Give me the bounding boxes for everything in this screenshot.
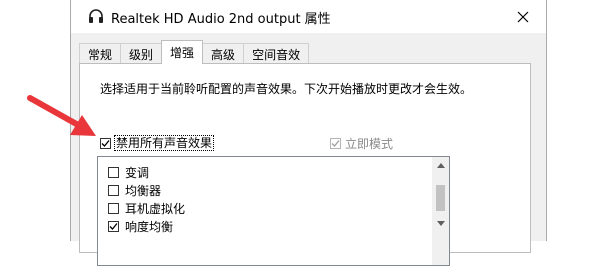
checkbox-box[interactable]: [108, 202, 119, 214]
tab-levels[interactable]: 级别: [120, 43, 163, 64]
checkbox-box[interactable]: [108, 220, 119, 232]
title-bar: Realtek HD Audio 2nd output 属性: [71, 0, 546, 33]
list-scrollbar[interactable]: [432, 157, 449, 265]
effect-label: 变调: [125, 165, 150, 180]
effects-list[interactable]: 变调 均衡器 耳机虚拟化 响度均衡: [97, 156, 450, 266]
checkbox-label: 立即模式: [345, 137, 394, 151]
checkbox-label: 禁用所有声音效果: [114, 135, 215, 151]
enhancements-panel: 选择适用于当前聆听配置的声音效果。下次开始播放时更改才会生效。 禁用所有声音效果…: [79, 63, 531, 266]
tab-general[interactable]: 常规: [79, 43, 122, 64]
disable-all-effects-checkbox[interactable]: 禁用所有声音效果: [100, 135, 215, 151]
effect-label: 耳机虚拟化: [125, 201, 186, 216]
headphones-icon: [89, 9, 103, 23]
tab-label: 常规: [88, 47, 113, 62]
description-text: 选择适用于当前聆听配置的声音效果。下次开始播放时更改才会生效。: [100, 82, 473, 96]
close-button[interactable]: [500, 0, 546, 33]
tab-label: 高级: [211, 47, 236, 62]
checkmark-icon: [109, 222, 118, 230]
effect-item-pitch-shift[interactable]: 变调: [98, 163, 449, 181]
effect-label: 均衡器: [125, 183, 162, 198]
window-title: Realtek HD Audio 2nd output 属性: [111, 12, 331, 27]
close-icon: [517, 11, 529, 22]
scroll-up-button[interactable]: [432, 157, 449, 174]
checkbox-box[interactable]: [108, 166, 119, 178]
chevron-up-icon: [436, 163, 445, 168]
properties-dialog: Realtek HD Audio 2nd output 属性 常规 级别 增强 …: [70, 0, 547, 266]
checkbox-box[interactable]: [100, 137, 111, 149]
tab-label: 级别: [129, 47, 154, 62]
tab-bar: 常规 级别 增强 高级 空间音效: [79, 40, 310, 64]
effect-item-loudness-equalization[interactable]: 响度均衡: [98, 217, 449, 235]
tab-advanced[interactable]: 高级: [202, 43, 245, 64]
scroll-down-button[interactable]: [432, 215, 449, 232]
effect-label: 响度均衡: [125, 219, 174, 234]
scroll-thumb[interactable]: [436, 185, 445, 211]
tab-label: 增强: [170, 46, 195, 60]
chevron-down-icon: [436, 221, 445, 226]
checkbox-box[interactable]: [330, 138, 341, 149]
effect-item-headphone-virtualization[interactable]: 耳机虚拟化: [98, 199, 449, 217]
checkbox-box[interactable]: [108, 184, 119, 196]
effect-item-equalizer[interactable]: 均衡器: [98, 181, 449, 199]
checkmark-icon: [331, 140, 340, 147]
tab-spatial-sound[interactable]: 空间音效: [243, 43, 310, 64]
immediate-mode-checkbox[interactable]: 立即模式: [330, 135, 393, 152]
checkmark-icon: [101, 139, 110, 147]
tab-enhancements[interactable]: 增强: [161, 40, 204, 64]
tab-label: 空间音效: [252, 47, 301, 62]
